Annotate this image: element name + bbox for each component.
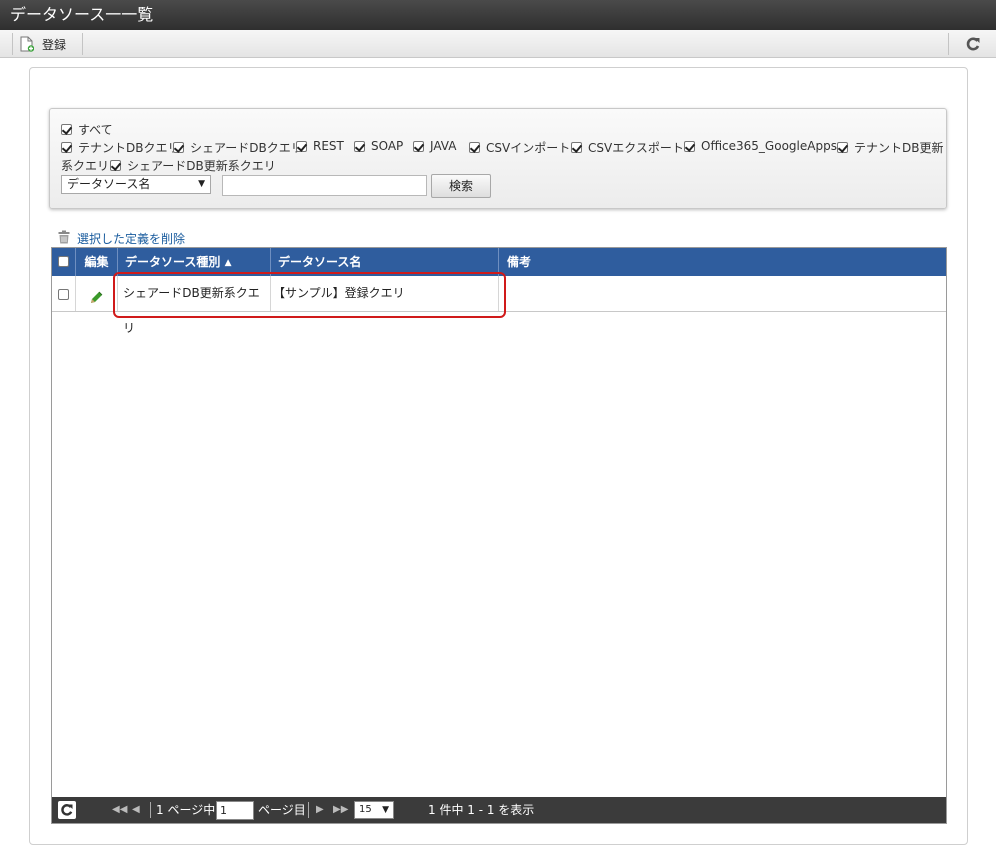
filter-label: CSVインポート [486, 141, 571, 155]
page-prefix: 1 ページ中 [156, 803, 216, 817]
filter-type-java[interactable]: JAVA [413, 139, 456, 153]
checkbox[interactable] [684, 140, 695, 152]
filter-type-csv-export[interactable]: CSVエクスポート [571, 139, 684, 156]
filter-label: テナントDB更新 [854, 141, 944, 155]
datasource-table: 編集 データソース種別 ▲ データソース名 備考 シェアードDB更新系クエリ 【… [51, 247, 947, 824]
search-input[interactable] [222, 175, 427, 196]
checkbox[interactable] [173, 142, 184, 153]
filter-label-wrap: 系クエリ [61, 157, 109, 174]
search-field-value: データソース名 [67, 177, 151, 191]
header-name[interactable]: データソース名 [271, 248, 499, 276]
checkbox-select-all[interactable] [58, 256, 69, 267]
refresh-icon[interactable] [964, 35, 982, 53]
checkbox[interactable] [110, 160, 121, 171]
first-page-icon[interactable]: ◀◀ [112, 797, 127, 823]
pager-divider [308, 802, 309, 818]
new-document-icon [20, 36, 35, 52]
page-suffix: ページ目 [258, 803, 306, 817]
dropdown-arrow-icon: ▼ [382, 805, 389, 815]
page-number-input[interactable]: 1 [216, 801, 254, 820]
filter-all[interactable]: すべて [61, 121, 113, 138]
last-page-icon[interactable]: ▶▶ [333, 797, 348, 823]
search-button[interactable]: 検索 [431, 174, 491, 198]
row-type-cell: シェアードDB更新系クエリ [118, 276, 271, 335]
next-page-icon[interactable]: ▶ [316, 797, 324, 823]
per-page-value: 15 [359, 804, 372, 815]
row-checkbox[interactable] [58, 289, 69, 300]
row-edit-cell[interactable] [76, 276, 118, 311]
row-select-cell[interactable] [52, 276, 76, 311]
checkbox[interactable] [571, 142, 582, 153]
toolbar-divider [948, 33, 949, 55]
search-panel: すべて テナントDBクエリ シェアードDBクエリ REST SOAP JAVA … [49, 108, 947, 209]
filter-type-tenant-db-update[interactable]: テナントDB更新 [837, 139, 943, 156]
toolbar-divider [12, 33, 13, 55]
pager-refresh-icon[interactable] [58, 801, 76, 819]
filter-type-soap[interactable]: SOAP [354, 139, 403, 153]
filter-type-tenant-db[interactable]: テナントDBクエリ [61, 139, 179, 156]
filter-type-office365[interactable]: Office365_GoogleApps [684, 139, 837, 153]
table-row[interactable]: シェアードDB更新系クエリ 【サンプル】登録クエリ [52, 276, 946, 335]
pencil-icon[interactable] [88, 285, 104, 320]
header-type[interactable]: データソース種別 ▲ [118, 248, 271, 276]
sort-icon[interactable]: ▲ [225, 258, 232, 268]
checkbox[interactable] [61, 142, 72, 153]
filter-label: REST [313, 139, 344, 153]
pager: ◀◀ ◀ 1 ページ中 1 ページ目 ▶ ▶▶ 15 ▼ 1 件中 1 - 1 … [52, 797, 946, 823]
filter-type-csv-import[interactable]: CSVインポート [469, 139, 570, 156]
dropdown-arrow-icon: ▼ [198, 179, 205, 189]
table-header: 編集 データソース種別 ▲ データソース名 備考 [52, 248, 946, 276]
toolbar-divider [82, 33, 83, 55]
trash-icon [57, 230, 71, 247]
filter-label: Office365_GoogleApps [701, 139, 837, 153]
checkbox[interactable] [413, 140, 424, 152]
filter-type-shared-db-update[interactable]: シェアードDB更新系クエリ [110, 157, 276, 174]
filter-type-shared-db[interactable]: シェアードDBクエリ [173, 139, 303, 156]
checkbox-all[interactable] [61, 124, 72, 135]
filter-label: シェアードDB更新系クエリ [127, 159, 276, 173]
window-title: データソース一一覧 [0, 0, 996, 30]
checkbox[interactable] [469, 142, 480, 153]
filter-all-label: すべて [78, 123, 113, 137]
header-note[interactable]: 備考 [499, 248, 946, 276]
filter-label-continued: 系クエリ [61, 159, 110, 173]
delete-selected-link[interactable]: 選択した定義を削除 [57, 230, 185, 247]
filter-label: JAVA [430, 139, 457, 153]
row-name-cell[interactable]: 【サンプル】登録クエリ [271, 276, 499, 311]
checkbox[interactable] [354, 140, 365, 152]
register-label: 登録 [42, 37, 67, 52]
delete-selected-label: 選択した定義を削除 [77, 232, 186, 246]
header-type-label: データソース種別 [125, 255, 221, 269]
filter-type-rest[interactable]: REST [296, 139, 344, 153]
header-edit: 編集 [76, 248, 118, 276]
filter-label: SOAP [371, 139, 404, 153]
filter-label: CSVエクスポート [588, 141, 684, 155]
filter-label: シェアードDBクエリ [190, 141, 303, 155]
pager-summary: 1 件中 1 - 1 を表示 [428, 803, 535, 817]
checkbox[interactable] [837, 142, 848, 153]
filter-label: テナントDBクエリ [78, 141, 180, 155]
prev-page-icon[interactable]: ◀ [132, 797, 140, 823]
toolbar: 登録 [0, 30, 996, 58]
row-note-cell [499, 276, 946, 311]
header-select-all[interactable] [52, 248, 76, 276]
search-field-select[interactable]: データソース名 ▼ [61, 175, 211, 194]
pager-divider [150, 802, 151, 818]
per-page-select[interactable]: 15 ▼ [354, 801, 394, 819]
checkbox[interactable] [296, 140, 307, 152]
register-button[interactable]: 登録 [20, 34, 66, 54]
